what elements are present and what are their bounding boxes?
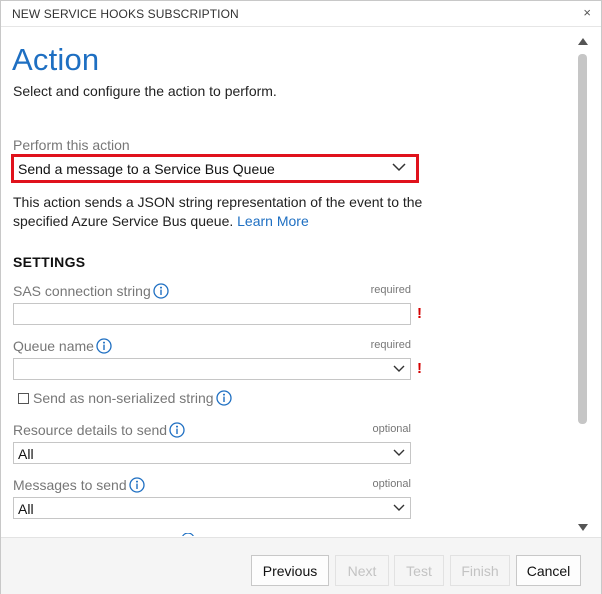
service-hooks-dialog: NEW SERVICE HOOKS SUBSCRIPTION × Action … bbox=[0, 0, 602, 594]
resource-details-label-text: Resource details to send bbox=[13, 422, 168, 438]
non-serialized-checkbox[interactable] bbox=[18, 392, 29, 404]
resource-details-label: Resource details to send bbox=[13, 422, 185, 438]
content-scrollbar[interactable] bbox=[575, 28, 593, 536]
chevron-down-icon bbox=[393, 449, 405, 456]
queue-name-label: Queue name bbox=[13, 338, 112, 354]
info-icon[interactable] bbox=[169, 422, 185, 438]
dialog-footer: Previous Next Test Finish Cancel bbox=[1, 537, 601, 594]
perform-action-value: Send a message to a Service Bus Queue bbox=[18, 161, 275, 177]
sas-connection-label: SAS connection string bbox=[13, 283, 169, 299]
dialog-title: NEW SERVICE HOOKS SUBSCRIPTION bbox=[12, 7, 239, 21]
queue-name-label-text: Queue name bbox=[13, 338, 94, 354]
cancel-button[interactable]: Cancel bbox=[516, 555, 581, 586]
previous-button[interactable]: Previous bbox=[251, 555, 329, 586]
info-icon[interactable] bbox=[96, 338, 112, 354]
messages-to-send-dropdown[interactable]: All bbox=[13, 497, 411, 519]
sas-connection-input[interactable] bbox=[13, 303, 411, 325]
messages-optional-hint: optional bbox=[372, 478, 411, 490]
learn-more-link[interactable]: Learn More bbox=[237, 213, 309, 229]
messages-to-send-label-text: Messages to send bbox=[13, 477, 127, 493]
resource-details-dropdown[interactable]: All bbox=[13, 442, 411, 464]
non-serialized-row: Send as non-serialized string bbox=[18, 390, 232, 406]
page-title: Action bbox=[12, 42, 100, 77]
scroll-up-arrow-icon[interactable] bbox=[578, 38, 588, 45]
resource-details-value: All bbox=[18, 446, 34, 462]
chevron-down-icon bbox=[392, 163, 406, 172]
sas-error-icon: ! bbox=[417, 305, 422, 322]
next-button[interactable]: Next bbox=[335, 555, 389, 586]
info-icon[interactable] bbox=[215, 390, 232, 406]
action-description: This action sends a JSON string represen… bbox=[13, 193, 433, 231]
action-description-text: This action sends a JSON string represen… bbox=[13, 194, 423, 229]
queue-error-icon: ! bbox=[417, 360, 422, 377]
finish-button[interactable]: Finish bbox=[450, 555, 510, 586]
scroll-thumb[interactable] bbox=[578, 54, 587, 424]
perform-action-dropdown[interactable]: Send a message to a Service Bus Queue bbox=[11, 154, 419, 183]
queue-name-dropdown[interactable] bbox=[13, 358, 411, 380]
scroll-down-arrow-icon[interactable] bbox=[578, 524, 588, 531]
info-icon bbox=[182, 533, 194, 536]
close-icon[interactable]: × bbox=[583, 6, 591, 20]
chevron-down-icon bbox=[393, 504, 405, 511]
perform-action-label: Perform this action bbox=[13, 137, 130, 153]
test-button[interactable]: Test bbox=[394, 555, 444, 586]
chevron-down-icon bbox=[393, 365, 405, 372]
resource-details-optional-hint: optional bbox=[372, 423, 411, 435]
dialog-titlebar: NEW SERVICE HOOKS SUBSCRIPTION × bbox=[1, 1, 601, 27]
messages-to-send-label: Messages to send bbox=[13, 477, 145, 493]
settings-heading: SETTINGS bbox=[13, 254, 86, 270]
non-serialized-label: Send as non-serialized string bbox=[33, 390, 214, 406]
page-subtitle: Select and configure the action to perfo… bbox=[13, 83, 277, 99]
info-icon[interactable] bbox=[153, 283, 169, 299]
sas-connection-label-text: SAS connection string bbox=[13, 283, 151, 299]
dialog-content: Action Select and configure the action t… bbox=[1, 28, 575, 536]
info-icon[interactable] bbox=[128, 477, 145, 493]
sas-required-hint: required bbox=[370, 284, 411, 296]
messages-to-send-value: All bbox=[18, 501, 34, 517]
queue-required-hint: required bbox=[370, 339, 411, 351]
